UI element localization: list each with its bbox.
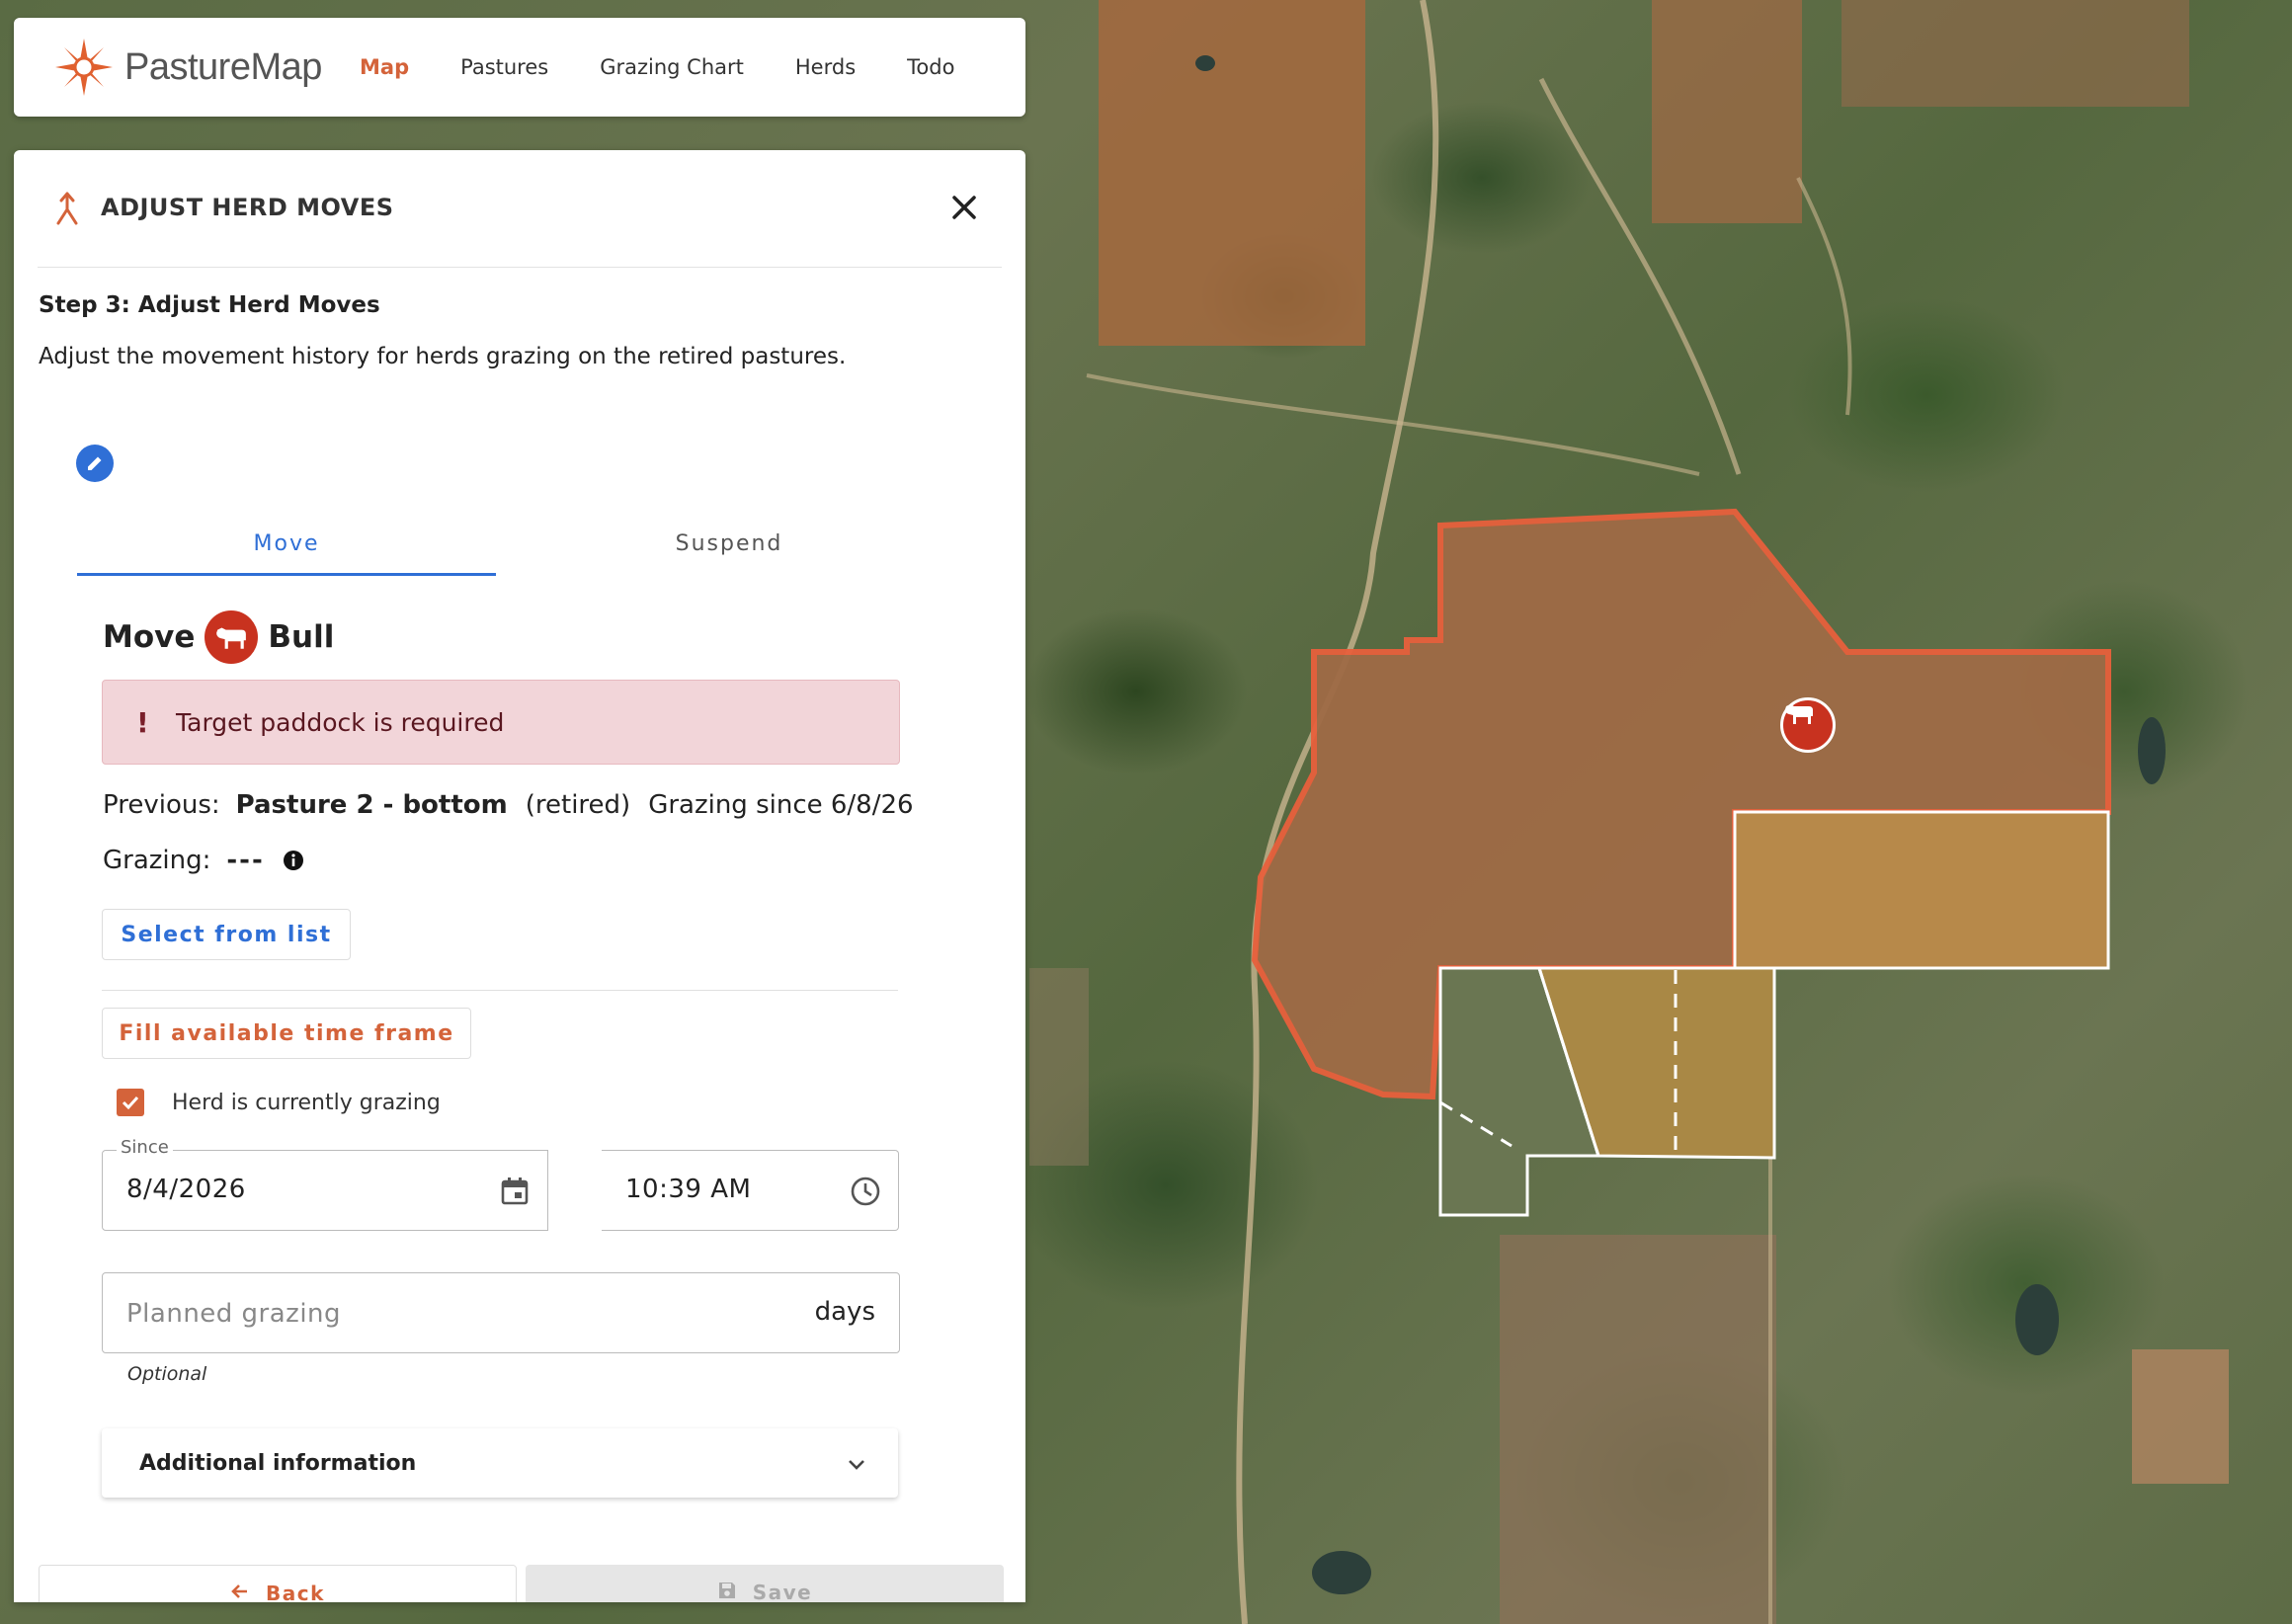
arrow-left-icon xyxy=(231,1584,248,1598)
previous-label: Previous: xyxy=(103,790,220,820)
since-date-value: 8/4/2026 xyxy=(126,1175,246,1204)
herd-map-marker[interactable] xyxy=(1780,697,1836,753)
since-time-field[interactable]: 10:39 AM xyxy=(602,1150,899,1231)
planned-grazing-input[interactable]: Planned grazing days xyxy=(102,1272,900,1353)
save-label: Save xyxy=(752,1581,813,1602)
pasturemap-logo-icon xyxy=(55,39,113,96)
checkmark-icon xyxy=(122,1096,139,1110)
clock-icon[interactable] xyxy=(849,1175,882,1208)
planned-grazing-suffix: days xyxy=(814,1297,875,1327)
edit-button[interactable] xyxy=(76,445,114,482)
tab-move[interactable]: Move xyxy=(77,516,496,576)
top-navigation: PastureMap Map Pastures Grazing Chart He… xyxy=(14,18,1025,117)
back-button[interactable]: Back xyxy=(39,1565,517,1602)
pencil-icon xyxy=(88,456,102,470)
info-icon[interactable] xyxy=(283,850,304,871)
fill-time-frame-button[interactable]: Fill available time frame xyxy=(102,1008,471,1059)
back-label: Back xyxy=(266,1582,325,1602)
nav-link-todo[interactable]: Todo xyxy=(907,55,954,79)
cow-icon xyxy=(216,627,247,649)
previous-since: Grazing since 6/8/26 xyxy=(648,790,914,820)
move-suspend-tabs: Move Suspend xyxy=(77,516,962,576)
error-alert: ! Target paddock is required xyxy=(102,680,900,765)
floppy-disk-icon xyxy=(718,1583,735,1598)
previous-pasture-name: Pasture 2 - bottom xyxy=(235,790,508,820)
since-time-value: 10:39 AM xyxy=(625,1175,752,1204)
brand-logo[interactable]: PastureMap xyxy=(53,37,340,98)
move-herd-heading: Move Bull xyxy=(103,610,334,664)
step-description: Adjust the movement history for herds gr… xyxy=(39,344,847,369)
divider xyxy=(102,990,898,991)
move-prefix: Move xyxy=(103,619,196,655)
alert-exclamation-icon: ! xyxy=(136,705,149,739)
additional-information-label: Additional information xyxy=(139,1450,417,1476)
panel-title: ADJUST HERD MOVES xyxy=(101,194,394,221)
merge-arrow-icon xyxy=(56,192,78,225)
since-label: Since xyxy=(117,1137,173,1158)
herd-name: Bull xyxy=(268,619,335,655)
additional-information-accordion[interactable]: Additional information xyxy=(102,1428,898,1498)
nav-link-pastures[interactable]: Pastures xyxy=(460,55,548,79)
chevron-down-icon xyxy=(849,1460,864,1470)
step-title: Step 3: Adjust Herd Moves xyxy=(39,292,380,318)
currently-grazing-label: Herd is currently grazing xyxy=(172,1090,441,1115)
herd-badge xyxy=(205,610,259,664)
tab-suspend[interactable]: Suspend xyxy=(520,516,939,573)
brand-name: PastureMap xyxy=(124,45,322,88)
nav-link-grazing-chart[interactable]: Grazing Chart xyxy=(600,55,744,79)
nav-link-herds[interactable]: Herds xyxy=(795,55,856,79)
alert-text: Target paddock is required xyxy=(176,707,505,737)
adjust-herd-moves-panel: ADJUST HERD MOVES Step 3: Adjust Herd Mo… xyxy=(14,150,1025,1602)
close-icon[interactable] xyxy=(946,190,982,225)
since-date-field[interactable]: Since 8/4/2026 xyxy=(102,1137,548,1231)
currently-grazing-row: Herd is currently grazing xyxy=(117,1089,441,1116)
currently-grazing-checkbox[interactable] xyxy=(117,1089,144,1116)
previous-status: (retired) xyxy=(525,790,631,820)
grazing-value: --- xyxy=(226,846,265,875)
save-button[interactable]: Save xyxy=(526,1565,1004,1602)
grazing-info: Grazing: --- xyxy=(103,846,304,875)
nav-links: Map Pastures Grazing Chart Herds Todo xyxy=(360,55,954,79)
nav-link-map[interactable]: Map xyxy=(360,55,409,79)
planned-grazing-placeholder: Planned grazing xyxy=(126,1299,342,1329)
previous-pasture-info: Previous: Pasture 2 - bottom (retired) G… xyxy=(103,790,914,820)
cow-icon xyxy=(1785,704,1813,724)
planned-grazing-hint: Optional xyxy=(127,1363,207,1385)
grazing-label: Grazing: xyxy=(103,846,211,875)
calendar-icon[interactable] xyxy=(498,1175,532,1208)
select-from-list-button[interactable]: Select from list xyxy=(102,909,351,960)
panel-header: ADJUST HERD MOVES xyxy=(38,150,1002,268)
